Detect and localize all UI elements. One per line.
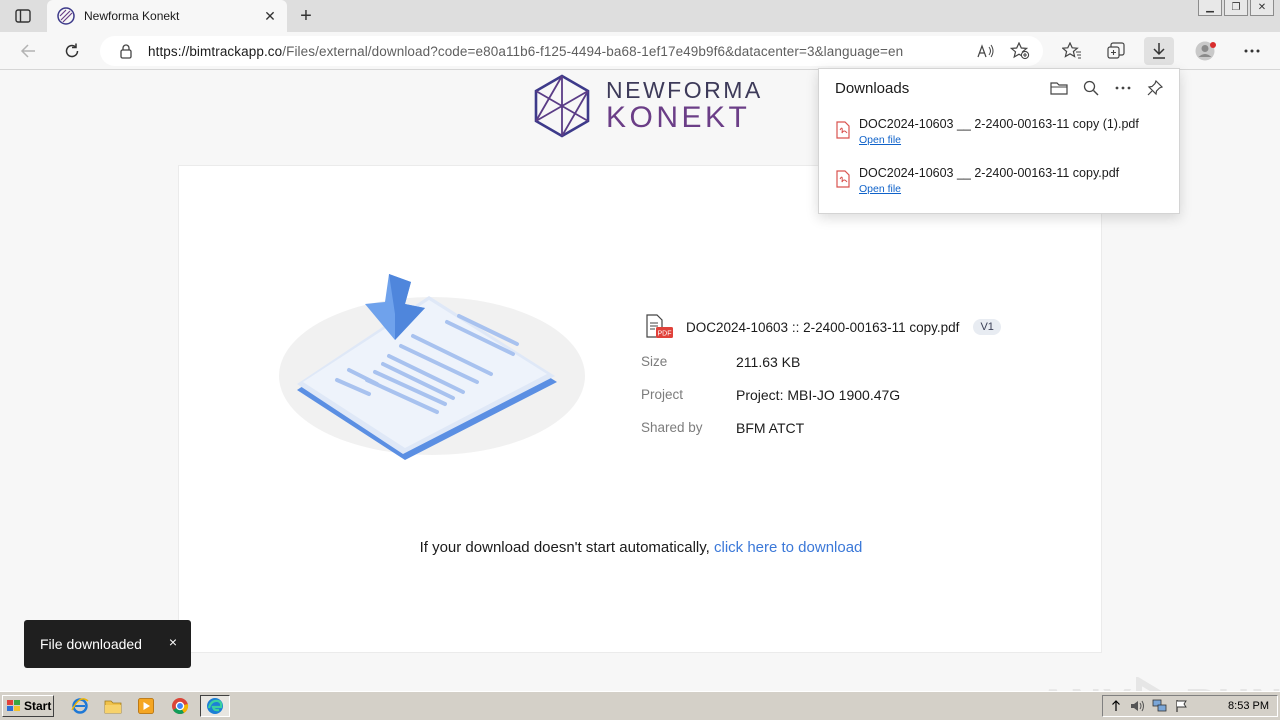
refresh-icon — [65, 43, 79, 58]
file-card: PDF DOC2024-10603 :: 2-2400-00163-11 cop… — [178, 165, 1102, 653]
downloads-button[interactable] — [1144, 37, 1174, 65]
project-row: Project Project: MBI-JO 1900.47G — [641, 387, 900, 403]
size-value: 211.63 KB — [736, 354, 801, 370]
taskbar-clock: 8:53 PM — [1228, 700, 1269, 712]
logo-line-konekt: KONEKT — [606, 101, 751, 134]
click-here-to-download-link[interactable]: click here to download — [714, 539, 862, 556]
navigation-bar: https://bimtrackapp.co/Files/external/do… — [0, 32, 1280, 70]
newforma-favicon-icon — [57, 7, 75, 25]
read-aloud-icon[interactable] — [974, 40, 998, 62]
start-label: Start — [24, 699, 52, 713]
document-download-illustration — [279, 274, 585, 460]
tab-actions-button[interactable] — [8, 4, 38, 28]
windows-logo-icon — [7, 700, 20, 711]
more-menu-button[interactable] — [1237, 37, 1267, 65]
svg-text:PDF: PDF — [658, 331, 672, 338]
file-name: DOC2024-10603 :: 2-2400-00163-11 copy.pd… — [686, 319, 960, 335]
download-item-name: DOC2024-10603 __ 2-2400-00163-11 copy.pd… — [859, 166, 1120, 180]
collections-button[interactable] — [1101, 37, 1131, 65]
downloads-toolbar — [1047, 77, 1167, 99]
download-icon — [1153, 43, 1165, 59]
new-tab-button[interactable]: + — [293, 4, 319, 28]
back-arrow-icon — [20, 44, 35, 58]
favorites-icon — [1062, 42, 1081, 59]
project-label: Project — [641, 387, 684, 402]
action-center-flag-icon[interactable] — [1173, 698, 1191, 714]
media-player-icon[interactable] — [134, 695, 158, 717]
download-prompt: If your download doesn't start automatic… — [419, 539, 714, 556]
edge-taskbar-icon[interactable] — [200, 695, 230, 717]
download-item[interactable]: DOC2024-10603 __ 2-2400-00163-11 copy (1… — [835, 117, 1165, 157]
profile-avatar-icon — [1195, 41, 1216, 61]
add-favorite-icon[interactable] — [1008, 40, 1032, 62]
pdf-file-icon — [836, 121, 850, 139]
tab-title: Newforma Konekt — [84, 9, 180, 23]
window-controls: ▁ ❐ ✕ — [1198, 0, 1274, 18]
address-bar[interactable]: https://bimtrackapp.co/Files/external/do… — [100, 36, 1043, 66]
version-badge: V1 — [973, 319, 1001, 335]
file-explorer-icon[interactable] — [101, 695, 125, 717]
back-button[interactable] — [14, 37, 42, 65]
collections-icon — [1107, 42, 1125, 59]
url-path: /Files/external/download?code=e80a11b6-f… — [282, 43, 904, 59]
internet-explorer-icon[interactable] — [68, 695, 92, 717]
tab-close-icon[interactable]: ✕ — [261, 7, 279, 25]
favorites-button[interactable] — [1057, 37, 1087, 65]
restore-button[interactable]: ❐ — [1224, 0, 1248, 16]
url-text[interactable]: https://bimtrackapp.co/Files/external/do… — [148, 44, 903, 59]
download-item-name: DOC2024-10603 __ 2-2400-00163-11 copy (1… — [859, 117, 1139, 131]
pdf-file-icon: PDF — [646, 314, 673, 338]
open-folder-icon[interactable] — [1047, 77, 1071, 99]
shared-by-label: Shared by — [641, 420, 703, 435]
system-tray: 8:53 PM — [1102, 695, 1278, 717]
logo-line-newforma: NEWFORMA — [606, 77, 763, 103]
download-item[interactable]: DOC2024-10603 __ 2-2400-00163-11 copy.pd… — [835, 166, 1165, 206]
refresh-button[interactable] — [58, 37, 86, 65]
tab-actions-icon — [15, 9, 31, 23]
newforma-konekt-logo: NEWFORMA KONEKT — [530, 74, 763, 138]
project-value: Project: MBI-JO 1900.47G — [736, 387, 901, 403]
volume-icon[interactable] — [1129, 698, 1147, 714]
size-label: Size — [641, 354, 668, 369]
chrome-icon[interactable] — [168, 695, 192, 717]
konekt-logo-icon — [534, 74, 590, 138]
shared-by-value: BFM ATCT — [736, 420, 805, 436]
downloads-panel: Downloads DOC2024-10603 __ 2-2400-00163-… — [818, 68, 1180, 214]
pdf-file-icon — [836, 170, 850, 188]
pin-icon[interactable] — [1143, 77, 1167, 99]
url-domain: https://bimtrackapp.co — [148, 43, 283, 59]
search-downloads-icon[interactable] — [1079, 77, 1103, 99]
browser-tab[interactable]: Newforma Konekt ✕ — [47, 0, 287, 32]
start-button[interactable]: Start — [2, 695, 54, 717]
downloads-more-icon[interactable] — [1111, 77, 1135, 99]
downloads-title: Downloads — [835, 80, 910, 97]
file-downloaded-toast: File downloaded × — [24, 620, 191, 668]
open-file-link[interactable]: Open file — [859, 134, 901, 146]
file-header: PDF DOC2024-10603 :: 2-2400-00163-11 cop… — [644, 314, 1001, 340]
shared-by-row: Shared by BFM ATCT — [641, 420, 804, 436]
more-dots-icon — [1244, 49, 1260, 53]
close-window-button[interactable]: ✕ — [1250, 0, 1274, 16]
open-file-link[interactable]: Open file — [859, 183, 901, 195]
windows-taskbar: Start 8:53 PM — [0, 691, 1280, 720]
toast-close-icon[interactable]: × — [169, 634, 177, 650]
tab-bar: Newforma Konekt ✕ + ▁ ❐ ✕ — [0, 0, 1280, 32]
download-fallback-text: If your download doesn't start automatic… — [179, 539, 1103, 556]
network-icon[interactable] — [1151, 698, 1169, 714]
toast-text: File downloaded — [40, 636, 142, 652]
tray-expand-icon[interactable] — [1107, 698, 1125, 714]
lock-icon[interactable] — [118, 43, 134, 59]
minimize-button[interactable]: ▁ — [1198, 0, 1222, 16]
size-row: Size 211.63 KB — [641, 354, 800, 370]
profile-button[interactable] — [1191, 37, 1221, 65]
